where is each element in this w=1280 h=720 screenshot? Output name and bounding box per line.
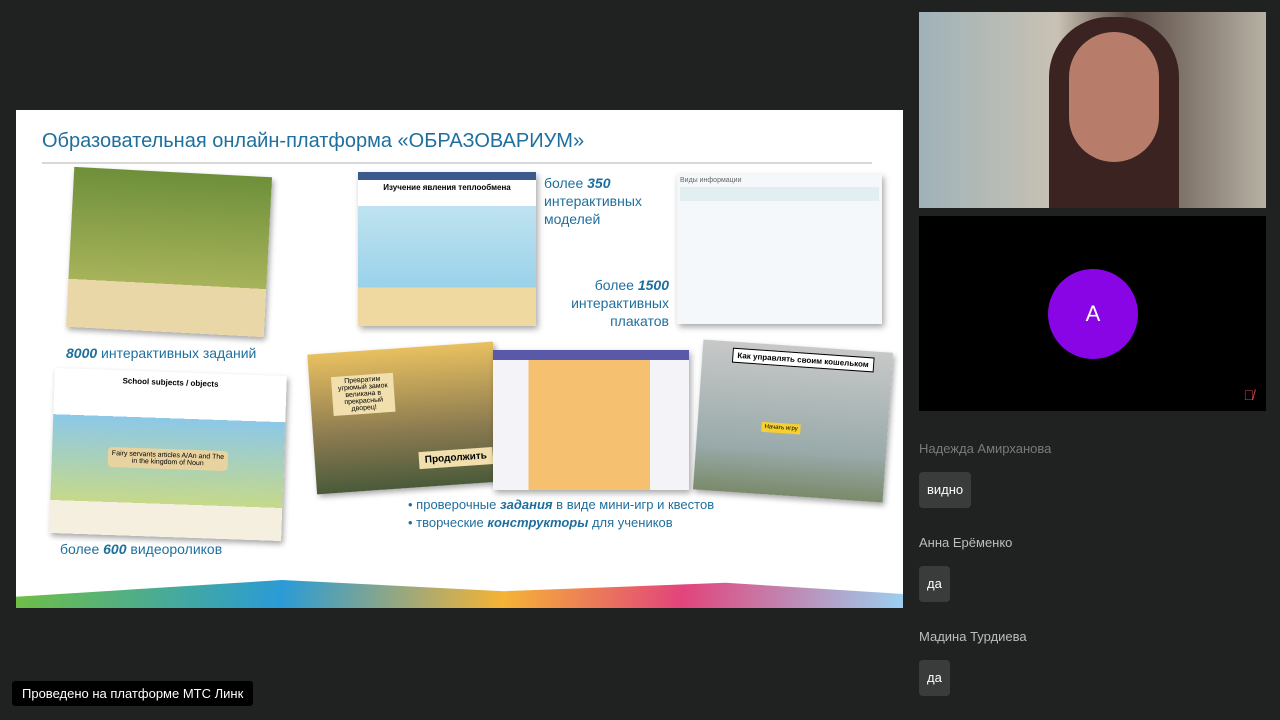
- quest-image: [493, 350, 689, 490]
- chat-author: Анна Ерёменко: [919, 535, 1013, 550]
- wallet-game-button: Начать игру: [761, 421, 802, 435]
- chat-author: Мадина Турдиева: [919, 629, 1027, 644]
- poster-image-title: Виды информации: [680, 177, 742, 184]
- mic-muted-icon: 🎙̸: [1243, 387, 1255, 403]
- wallet-game-image: Как управлять своим кошельком Начать игр…: [692, 339, 894, 503]
- caption-posters: более 1500 интерактивных плакатов: [571, 277, 669, 329]
- title-divider: [42, 162, 872, 164]
- avatar: A: [1048, 269, 1138, 359]
- bullet-item: • проверочные задания в виде мини-игр и …: [408, 497, 715, 512]
- video-image-title: School subjects / objects: [122, 376, 219, 389]
- castle-game-text: Превратим угрюмый замок великана в прекр…: [330, 372, 396, 416]
- chat-author: Надежда Амирханова: [919, 441, 1052, 456]
- castle-game-button: Продолжить: [418, 446, 494, 470]
- model-image-title: Изучение явления теплообмена: [383, 183, 511, 192]
- caption-tasks: 8000 интерактивных заданий: [66, 345, 257, 361]
- wallet-game-title: Как управлять своим кошельком: [731, 347, 875, 373]
- participant-tile[interactable]: A 🎙̸: [919, 216, 1266, 411]
- bullet-item: • творческие конструкторы для учеников: [408, 515, 673, 530]
- decorative-stripe: [16, 580, 903, 608]
- video-image-banner: Fairy servants articles A/An and The in …: [107, 446, 229, 472]
- tasks-game-image: [65, 166, 273, 338]
- bullet-list: • проверочные задания в виде мини-игр и …: [408, 496, 714, 532]
- speaker-video[interactable]: [919, 12, 1266, 208]
- platform-label: Проведено на платформе МТС Линк: [12, 681, 254, 706]
- poster-image: Виды информации: [677, 174, 882, 324]
- chat-message: видно: [919, 472, 972, 508]
- chat-message: да: [919, 566, 950, 602]
- slide-title: Образовательная онлайн-платформа «ОБРАЗО…: [42, 130, 585, 152]
- caption-videos: более 600 видеороликов: [60, 541, 223, 557]
- presentation-slide: Образовательная онлайн-платформа «ОБРАЗО…: [16, 110, 903, 608]
- model-image: Изучение явления теплообмена: [358, 172, 536, 326]
- chat-message: да: [919, 660, 950, 696]
- caption-models: более 350 интерактивных моделей: [544, 175, 642, 227]
- castle-game-image: Превратим угрюмый замок великана в прекр…: [307, 341, 503, 495]
- video-image: School subjects / objects Fairy servants…: [49, 368, 287, 541]
